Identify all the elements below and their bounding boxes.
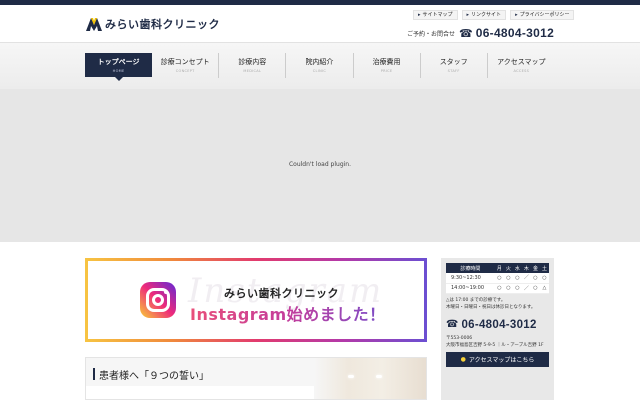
- clinic-address: 〒553-0006 大阪市福島区吉野 5-9-5 ｜ル・アーブル吉野 1F: [446, 335, 549, 349]
- hours-row: 14:00~19:00 ○ ○ ○ ／ ○ △: [446, 283, 549, 294]
- address-line: 大阪市福島区吉野 5-9-5 ｜ル・アーブル吉野 1F: [446, 342, 544, 348]
- access-map-button[interactable]: ● アクセスマップはこちら: [446, 351, 549, 367]
- nav-label: スタッフ: [439, 58, 468, 66]
- instagram-banner[interactable]: Instagram みらい歯科クリニック Instagram始めました！: [85, 258, 427, 342]
- instagram-icon: [140, 282, 176, 318]
- nav-item-staff[interactable]: スタッフ STAFF: [421, 53, 488, 78]
- nav-item-access[interactable]: アクセスマップ ACCESS: [488, 53, 555, 78]
- hours-cell: ○: [494, 273, 504, 284]
- hours-cell: ○: [503, 283, 513, 294]
- hours-cell: ／: [521, 273, 531, 284]
- plugin-placeholder: Couldn't load plugin.: [0, 89, 640, 242]
- hours-note-line: △は 17:00 までの診療です。: [446, 297, 506, 303]
- link-site-link[interactable]: リンクサイト: [461, 10, 507, 20]
- clinic-info-box: 診療時間 月 火 水 木 金 土 9:30~12:30 ○ ○ ○ ／ ○ ○ …: [441, 258, 554, 400]
- ceiling-light-icon: [376, 375, 382, 378]
- heading-accent-bar: [93, 368, 95, 380]
- sitemap-link[interactable]: サイトマップ: [413, 10, 458, 20]
- hours-header-cell: 金: [530, 263, 540, 273]
- header-phone-number[interactable]: 06-4804-3012: [476, 26, 554, 40]
- hours-cell: ○: [530, 283, 540, 294]
- hours-row: 9:30~12:30 ○ ○ ○ ／ ○ ○: [446, 273, 549, 284]
- hours-cell: 9:30~12:30: [446, 273, 495, 284]
- nav-label: トップページ: [97, 58, 140, 66]
- hours-cell: ○: [512, 283, 522, 294]
- hours-header-cell: 診療時間: [446, 263, 495, 273]
- hours-header-cell: 木: [521, 263, 531, 273]
- global-nav-band: トップページ HOME 診療コンセプト CONCEPT 診療内容 MEDICAL…: [0, 42, 640, 89]
- nav-sublabel: CLINIC: [312, 69, 327, 73]
- nav-item-price[interactable]: 治療費用 PRICE: [354, 53, 421, 78]
- instagram-clinic-name: みらい歯科クリニック: [224, 287, 339, 300]
- logo-text: みらい歯科クリニック: [105, 18, 220, 31]
- nav-label: アクセスマップ: [497, 58, 546, 66]
- header-contact: ご予約・お問合せ ☎ 06-4804-3012: [407, 26, 554, 40]
- hours-cell: ○: [539, 273, 549, 284]
- instagram-banner-inner: Instagram みらい歯科クリニック Instagram始めました！: [88, 261, 424, 339]
- nav-sublabel: ACCESS: [513, 69, 530, 73]
- clinic-interior-photo: [314, 358, 426, 399]
- nav-label: 治療費用: [372, 58, 401, 66]
- hours-note-line: 木曜日・日曜日・祝日は休診日となります。: [446, 304, 536, 310]
- hours-header-row: 診療時間 月 火 水 木 金 土: [446, 263, 549, 273]
- hours-note: △は 17:00 までの診療です。 木曜日・日曜日・祝日は休診日となります。: [446, 297, 549, 311]
- promise-title: 患者様へ「９つの誓い」: [99, 371, 209, 382]
- nav-sublabel: MEDICAL: [243, 69, 262, 73]
- hours-cell: ○: [530, 273, 540, 284]
- nav-item-home[interactable]: トップページ HOME: [85, 53, 153, 81]
- hours-table: 診療時間 月 火 水 木 金 土 9:30~12:30 ○ ○ ○ ／ ○ ○ …: [446, 263, 549, 294]
- hours-cell: ○: [494, 283, 504, 294]
- hours-cell: 14:00~19:00: [446, 283, 495, 294]
- nav-label: 院内紹介: [305, 58, 334, 66]
- instagram-title: Instagram始めました！: [190, 301, 386, 325]
- info-phone: ☎ 06-4804-3012: [446, 319, 549, 331]
- hours-cell: ／: [521, 283, 531, 294]
- nav-label: 診療コンセプト: [160, 58, 210, 66]
- hours-header-cell: 土: [539, 263, 549, 273]
- utility-links: サイトマップ リンクサイト プライバシーポリシー: [413, 10, 575, 20]
- global-nav: トップページ HOME 診療コンセプト CONCEPT 診療内容 MEDICAL…: [85, 53, 555, 83]
- phone-icon: ☎: [459, 26, 473, 40]
- hours-header-cell: 水: [512, 263, 522, 273]
- info-phone-number[interactable]: 06-4804-3012: [461, 319, 536, 331]
- nav-sublabel: HOME: [112, 69, 125, 73]
- site-logo[interactable]: みらい歯科クリニック: [85, 15, 220, 33]
- nav-item-clinic[interactable]: 院内紹介 CLINIC: [286, 53, 354, 78]
- hours-cell: △: [539, 283, 549, 294]
- nav-item-medical[interactable]: 診療内容 MEDICAL: [219, 53, 287, 78]
- promise-section: 患者様へ「９つの誓い」: [85, 357, 427, 400]
- site-header: みらい歯科クリニック サイトマップ リンクサイト プライバシーポリシー ご予約・…: [0, 5, 640, 42]
- nav-sublabel: PRICE: [380, 69, 393, 73]
- phone-icon: ☎: [446, 319, 459, 330]
- arrow-right-icon: ●: [460, 355, 466, 363]
- contact-label: ご予約・お問合せ: [407, 30, 456, 38]
- hours-cell: ○: [503, 273, 513, 284]
- nav-sublabel: CONCEPT: [175, 69, 195, 73]
- nav-sublabel: STAFF: [447, 69, 460, 73]
- hours-cell: ○: [512, 273, 522, 284]
- zip-code: 〒553-0006: [446, 335, 473, 341]
- hours-header-cell: 月: [494, 263, 504, 273]
- privacy-policy-link[interactable]: プライバシーポリシー: [510, 10, 575, 20]
- nav-label: 診療内容: [238, 58, 267, 66]
- ceiling-light-icon: [348, 375, 354, 378]
- hours-header-cell: 火: [503, 263, 513, 273]
- access-map-button-label: アクセスマップはこちら: [468, 356, 535, 364]
- nav-item-concept[interactable]: 診療コンセプト CONCEPT: [152, 53, 220, 78]
- tooth-logo-icon: [85, 16, 103, 32]
- plugin-error-message: Couldn't load plugin.: [288, 161, 352, 168]
